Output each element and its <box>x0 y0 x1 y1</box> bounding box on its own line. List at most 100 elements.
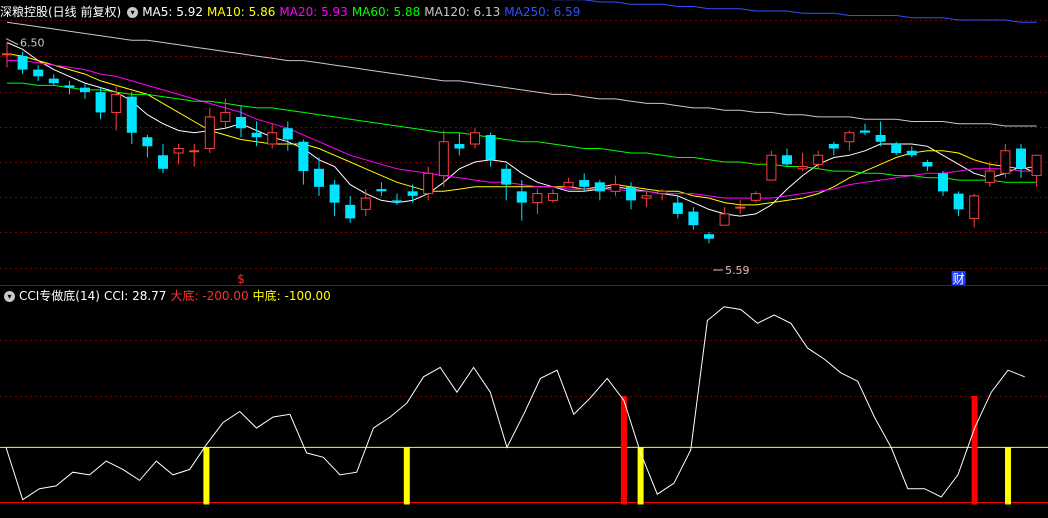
signal-bar <box>1005 447 1011 505</box>
candle-body <box>126 96 137 133</box>
low-price-label: 5.59 <box>725 264 750 277</box>
candle-body <box>657 190 668 195</box>
candle-body <box>906 150 917 156</box>
candle-body <box>64 85 75 88</box>
candle-body <box>579 180 590 187</box>
candle-body <box>470 132 480 145</box>
candle-body <box>33 69 44 77</box>
candle-body <box>704 234 714 239</box>
candle-body <box>454 144 465 149</box>
candle-body <box>173 148 184 154</box>
candle-body <box>891 144 902 154</box>
grid-lines <box>0 20 1048 397</box>
candle-body <box>17 56 28 70</box>
main-header: 深粮控股(日线 前复权) ▾ MA5: 5.92 MA10: 5.86 MA20: 5.… <box>0 2 588 22</box>
candle-body <box>407 191 418 196</box>
candle-body <box>1031 154 1042 177</box>
candle-body <box>922 162 933 167</box>
candle-body <box>1000 150 1011 174</box>
candle-body <box>735 206 746 209</box>
candle-body <box>688 211 699 226</box>
cci-panel[interactable] <box>0 306 1048 505</box>
candle-body <box>314 168 324 187</box>
cci-indicator-list: CCI: 28.77 大底: -200.00 中底: -100.00 <box>104 289 335 303</box>
candle-body <box>782 155 792 165</box>
candle-body <box>158 155 168 169</box>
chart-stage: 6.50 5.59 $ 财 <box>0 0 1048 505</box>
ma-line-ma20 <box>7 60 1037 199</box>
candle-body <box>111 93 122 113</box>
candle-body <box>548 193 558 201</box>
candle-body <box>345 204 356 219</box>
candle-body <box>360 197 371 210</box>
high-price-label: 6.50 <box>20 37 45 50</box>
candle-body <box>189 150 200 153</box>
candle-body <box>1016 148 1026 169</box>
ma-line-ma120 <box>6 21 1037 127</box>
event-marker: $ <box>237 272 245 286</box>
signal-bar <box>971 396 978 505</box>
candle-body <box>438 141 449 177</box>
indicator-label: 中底: -100.00 <box>252 289 331 303</box>
candle-body <box>641 195 652 199</box>
candle-body <box>610 184 621 192</box>
candle-body <box>984 170 995 183</box>
settings-icon[interactable]: ▾ <box>127 7 139 18</box>
candle-body <box>938 173 948 192</box>
candle-body <box>719 213 730 226</box>
candle-body <box>860 130 870 133</box>
indicator-label: MA250: 6.59 <box>504 5 581 19</box>
indicator-label: MA60: 5.88 <box>351 5 421 19</box>
settings-icon[interactable]: ▾ <box>4 291 15 302</box>
candle-body <box>485 134 496 160</box>
candle-body <box>626 186 636 201</box>
signal-bar <box>203 447 210 505</box>
high-arrow <box>5 38 19 45</box>
candle-body <box>423 172 434 195</box>
candle-body <box>80 87 90 93</box>
candle-body <box>594 182 605 192</box>
candle-body <box>204 116 215 150</box>
candle-body <box>797 166 808 170</box>
signal-bar <box>620 396 627 505</box>
candle-body <box>329 184 340 203</box>
candle-body <box>501 168 512 185</box>
candle-body <box>750 193 761 201</box>
signal-bar <box>637 447 644 505</box>
candle-body <box>251 132 262 138</box>
ma-indicator-list: MA5: 5.92 MA10: 5.86 MA20: 5.93 MA60: 5.88 M… <box>142 5 584 19</box>
signal-bar <box>403 447 410 505</box>
indicator-label: MA20: 5.93 <box>279 5 348 19</box>
candle-body <box>766 154 777 181</box>
candle-body <box>953 193 964 210</box>
indicator-title[interactable]: CCI专做底(14) <box>19 289 100 303</box>
candle-body <box>95 92 106 113</box>
indicator-label: 大底: -200.00 <box>170 289 249 303</box>
candle-body <box>516 191 527 203</box>
candle-body <box>236 116 246 129</box>
indicator-label: MA10: 5.86 <box>206 5 276 19</box>
main-price-panel[interactable]: 6.50 5.59 $ 财 <box>2 0 1042 286</box>
candle-body <box>48 78 59 84</box>
candle-body <box>298 141 309 172</box>
stock-title[interactable]: 深粮控股(日线 前复权) <box>0 5 121 19</box>
candle-body <box>813 154 824 165</box>
candle-body <box>267 132 278 145</box>
candle-body <box>220 111 231 122</box>
sub-header: ▾ CCI专做底(14) CCI: 28.77 大底: -200.00 中底: -100… <box>0 286 339 306</box>
candle-body <box>142 137 153 147</box>
candle-body <box>282 128 293 140</box>
candle-body <box>376 189 387 192</box>
candle-body <box>844 132 855 143</box>
candle-body <box>563 181 574 188</box>
candle-body <box>532 193 543 204</box>
indicator-label: CCI: 28.77 <box>103 289 167 303</box>
indicator-label: MA120: 6.13 <box>424 5 501 19</box>
indicator-label: MA5: 5.92 <box>142 5 203 19</box>
candle-body <box>392 200 402 203</box>
cci-line <box>5 306 1025 501</box>
candle-body <box>672 202 683 214</box>
candle-body <box>2 53 12 56</box>
event-marker: 财 <box>953 272 965 286</box>
candle-body <box>969 195 980 219</box>
